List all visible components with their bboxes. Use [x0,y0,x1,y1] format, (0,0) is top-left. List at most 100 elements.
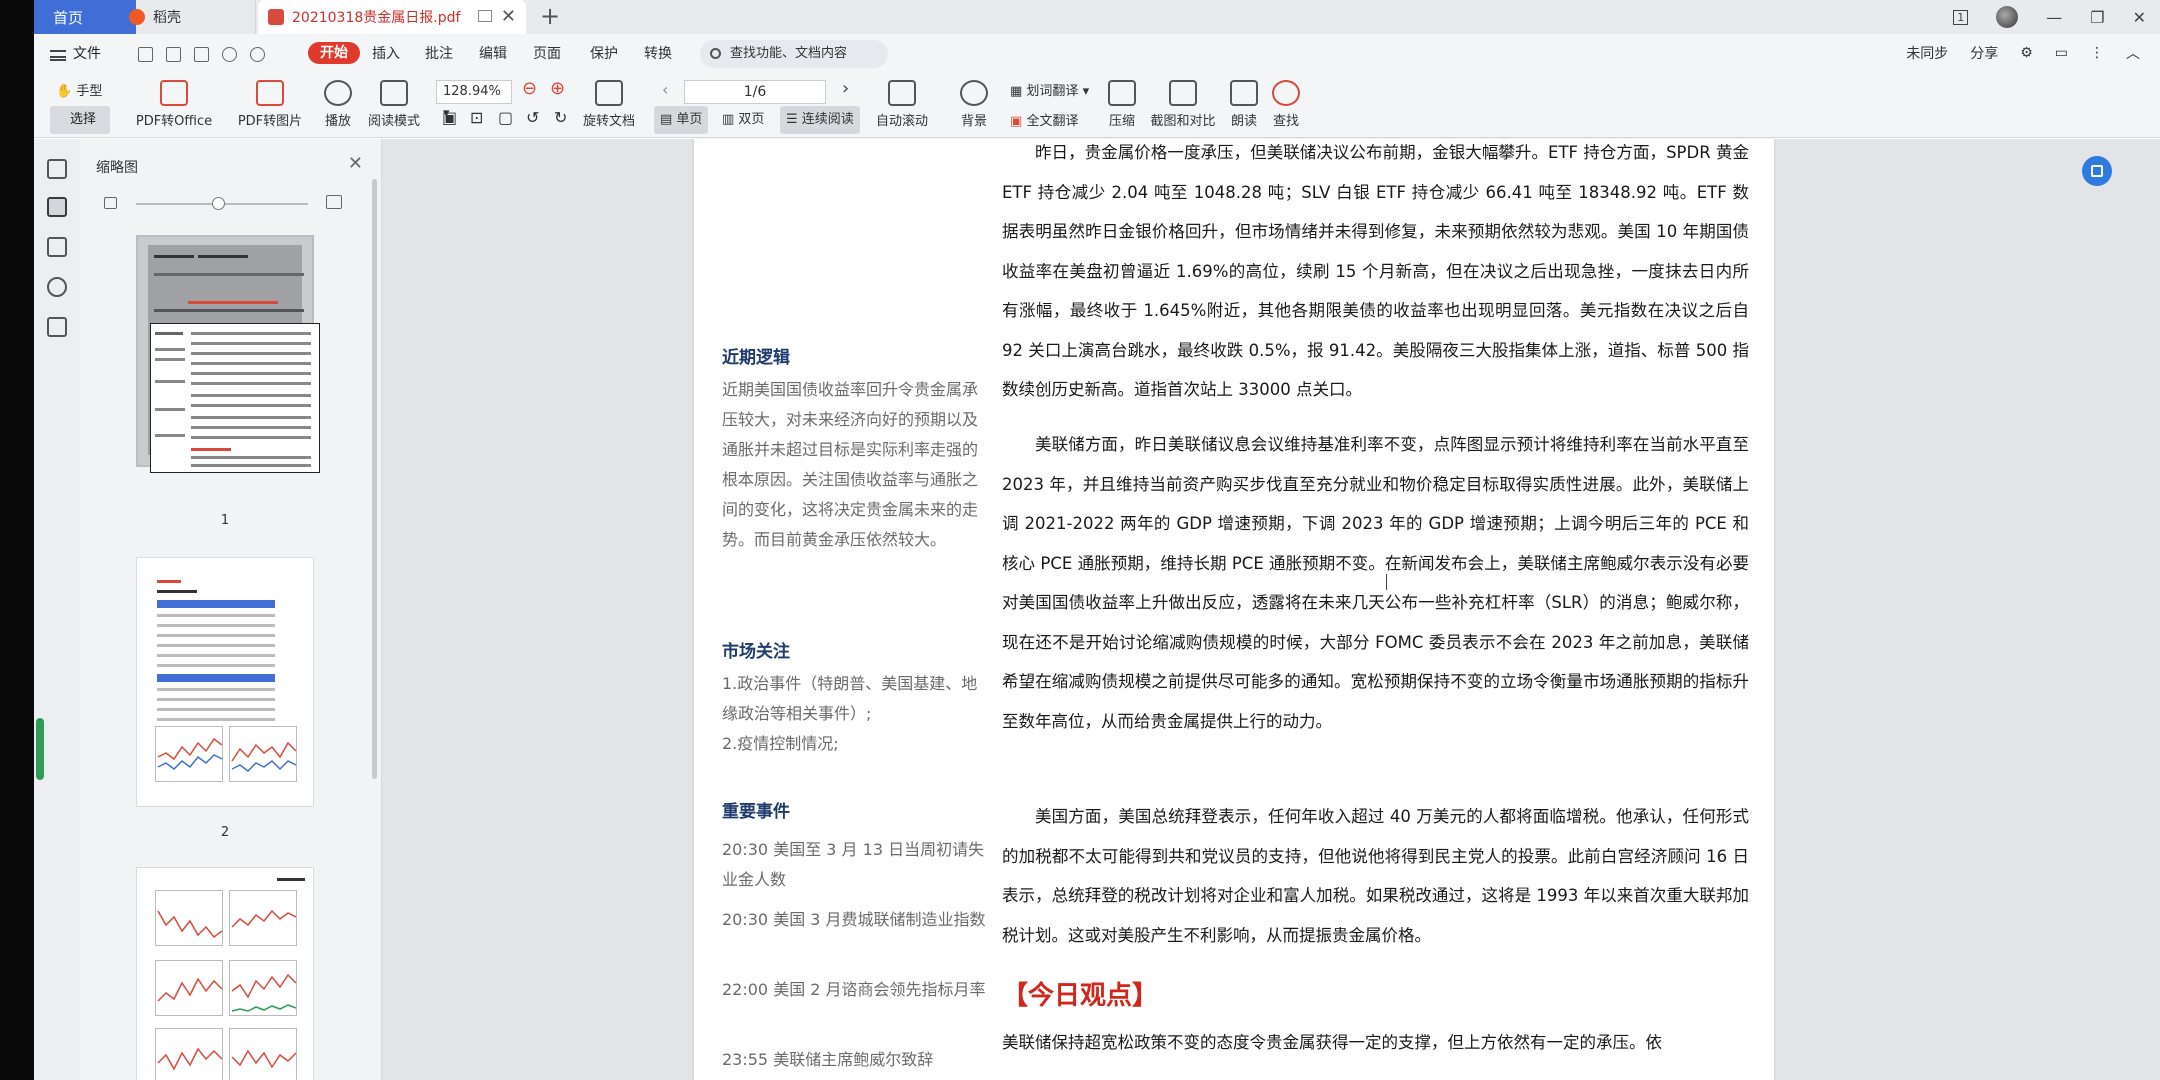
menu-page[interactable]: 页面 [533,43,561,65]
auto-scroll-icon [888,80,916,106]
attachment-icon[interactable] [47,277,67,297]
tab-daoke-label: 稻壳 [153,10,181,26]
message-icon[interactable]: ▭ [2055,45,2068,61]
tab-pdf-document[interactable]: 20210318贵金属日报.pdf ✕ [258,0,526,34]
thumbnail-scrollbar[interactable] [372,179,377,779]
tab-close-icon[interactable]: ✕ [501,6,516,27]
translate-icon: ▣ [1010,114,1023,129]
restore-button[interactable]: ❐ [2090,8,2104,27]
fit-page-icon[interactable]: ▣ [442,108,457,127]
page-indicator: 1/6 [743,84,767,100]
zoom-select[interactable]: 128.94% ▾ [436,80,512,121]
thumbnail-panel-title: 缩略图 [96,160,138,176]
event-item-1: 20:30 美国至 3 月 13 日当周初请失业金人数 [722,840,985,889]
menu-edit[interactable]: 编辑 [479,43,507,65]
floating-tool-button[interactable] [2082,156,2112,186]
page-number-input[interactable]: 1/6 [684,80,826,104]
thumbnail-panel-close-icon[interactable]: ✕ [348,153,363,174]
bookmark-icon[interactable] [47,159,67,179]
search-input[interactable]: 查找功能、文档内容 [700,40,888,68]
rotate-document-button[interactable]: 旋转文档 [580,76,638,129]
next-page-icon[interactable]: › [842,78,849,99]
menu-protect[interactable]: 保护 [590,43,618,65]
large-image-icon [326,195,342,209]
user-avatar[interactable] [1996,6,2019,28]
save-icon[interactable] [166,47,181,62]
tab-daoke[interactable]: 稻壳 [121,0,256,34]
single-page-view[interactable]: ▤ 单页 [654,106,709,134]
recent-logic-heading: 近期逻辑 [722,348,790,368]
close-window-button[interactable]: ✕ [2133,8,2146,27]
play-button[interactable]: 播放 [318,76,358,129]
select-tool[interactable]: 选择 [50,106,110,134]
document-viewport[interactable]: 近期逻辑 近期美国国债收益率回升令贵金属承压较大，对未来经济向好的预期以及通胀并… [382,139,2160,1080]
redo-icon[interactable] [250,47,265,62]
comment-icon[interactable] [47,237,67,257]
slider-knob[interactable] [212,197,225,210]
thumbnail-page-2[interactable] [136,557,314,807]
zoom-in-icon[interactable]: ⊕ [550,78,565,99]
paragraph-2: 美联储方面，昨日美联储议息会议维持基准利率不变，点阵图显示预计将维持利率在当前水… [1002,435,1749,731]
pdf-to-office-button[interactable]: PDF转Office [132,76,216,129]
find-button[interactable]: 查找 [1268,76,1304,129]
pdf-file-icon [268,9,284,25]
window-counter-badge[interactable]: 1 [1953,9,1969,25]
menu-bar: 文件 开始 插入 批注 编辑 页面 保护 转换 查找功能、文档内容 未同步 分享… [0,34,2160,74]
read-aloud-button[interactable]: 朗读 [1226,76,1262,129]
menu-start[interactable]: 开始 [308,42,360,64]
menu-annotate[interactable]: 批注 [425,43,453,65]
collapse-ribbon-icon[interactable]: ︿ [2126,43,2140,63]
more-icon[interactable]: ⋮ [2090,45,2104,61]
compress-button[interactable]: 压缩 [1104,76,1140,129]
read-mode-button[interactable]: 阅读模式 [364,76,424,129]
thumbnail-icon[interactable] [47,197,67,217]
paragraph-3: 美国方面，美国总统拜登表示，任何年收入超过 40 万美元的人都将面临增税。他承认… [1002,807,1749,945]
share-button[interactable]: 分享 [1970,43,1998,63]
thumb-chart-4 [231,909,296,928]
minimize-button[interactable]: — [2046,8,2062,27]
print-icon[interactable] [194,47,209,62]
menu-insert[interactable]: 插入 [372,43,400,65]
read-mode-label: 阅读模式 [367,114,420,129]
left-icon-rail [34,139,80,1080]
sync-status[interactable]: 未同步 [1906,43,1948,63]
settings-icon[interactable]: ⚙ [2020,45,2033,61]
continuous-view[interactable]: ☰ 连续阅读 [780,106,860,134]
double-page-view[interactable]: ▥ 双页 [716,106,770,134]
thumbnail-page-1[interactable] [136,235,320,473]
background-button[interactable]: 背景 [952,76,996,129]
rotate-left-icon[interactable]: ↺ [526,108,539,127]
hamburger-menu-icon[interactable] [50,50,66,61]
double-page-label: 双页 [738,112,765,127]
pdf-to-image-icon [256,80,284,106]
thumb-chart-6 [231,973,296,1012]
thumbnail-size-slider[interactable] [136,197,308,210]
screenshot-compare-button[interactable]: 截图和对比 [1148,76,1218,129]
full-translate-button[interactable]: ▣ 全文翻译 [1010,110,1078,129]
actual-size-icon[interactable]: ▢ [498,108,513,127]
zoom-out-icon[interactable]: ⊖ [522,78,537,99]
thumbnail-page-3[interactable] [136,867,314,1080]
fit-width-icon[interactable]: ⊡ [470,108,483,127]
pdf-to-image-button[interactable]: PDF转图片 [232,76,308,129]
undo-icon[interactable] [222,47,237,62]
auto-scroll-button[interactable]: 自动滚动 [870,76,934,129]
find-icon [1272,80,1300,106]
open-folder-icon[interactable] [138,47,153,62]
rotate-right-icon[interactable]: ↻ [554,108,567,127]
screenshot-icon [1169,80,1197,106]
hand-tool[interactable]: ✋ 手型 [56,80,102,99]
menu-convert[interactable]: 转换 [644,43,672,65]
rotate-document-label: 旋转文档 [582,114,635,129]
new-tab-button[interactable]: + [540,2,560,30]
compress-label: 压缩 [1108,114,1135,129]
daoke-icon [129,9,145,25]
prev-page-icon[interactable]: ‹ [662,80,668,99]
signature-icon[interactable] [47,317,67,337]
auto-scroll-label: 自动滚动 [875,114,928,129]
tab-window-icon[interactable] [478,10,492,22]
word-translate-button[interactable]: ▦ 划词翻译 ▾ [1010,80,1089,99]
menu-file[interactable]: 文件 [73,43,101,63]
rail-resize-handle[interactable] [36,718,44,780]
full-translate-label: 全文翻译 [1026,114,1079,129]
